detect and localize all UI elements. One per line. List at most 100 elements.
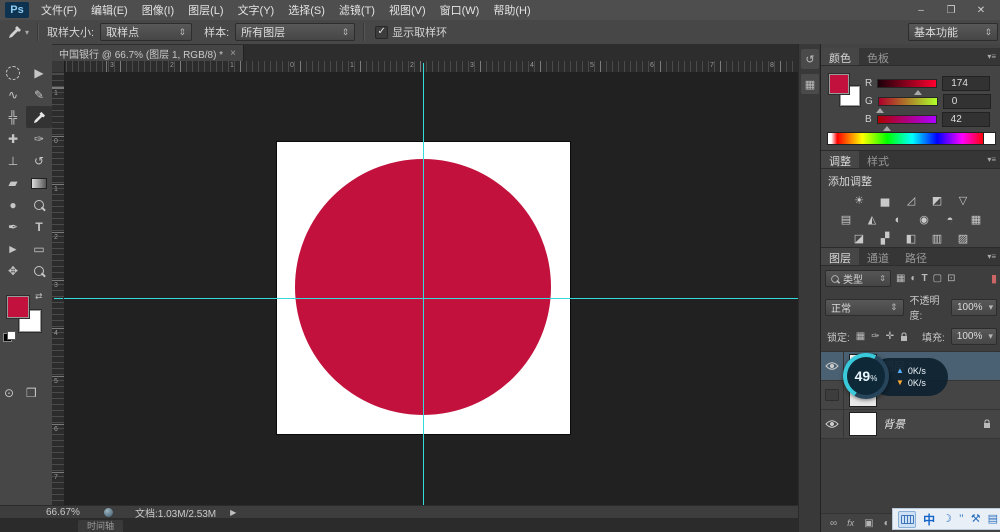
fill-dropdown[interactable]: 100%▾ [951, 328, 997, 345]
menu-layer[interactable]: 图层(L) [188, 2, 223, 18]
lock-move-icon[interactable]: ✛ [886, 331, 894, 342]
workspace-dropdown[interactable]: 基本功能⇕ [908, 23, 998, 41]
sample-size-dropdown[interactable]: 取样点⇕ [100, 23, 192, 41]
color-lookup-icon[interactable]: ▦ [968, 214, 984, 227]
swap-colors-icon[interactable]: ⇄ [35, 291, 43, 302]
lock-paint-icon[interactable]: ✑ [871, 331, 879, 342]
spectrum-white-chip[interactable] [983, 132, 996, 145]
wrench-icon[interactable]: ⚒ [971, 509, 981, 529]
spot-healing-brush-tool[interactable]: ✚ [0, 128, 26, 150]
filter-smart-object-icon[interactable]: ⊡ [947, 273, 955, 284]
menu-view[interactable]: 视图(V) [389, 2, 426, 18]
punctuation-icon[interactable]: ’’ [959, 509, 964, 529]
elliptical-marquee-tool[interactable] [0, 62, 26, 84]
ime-mode-toggle[interactable]: 中 [923, 511, 935, 528]
hand-tool[interactable]: ✥ [0, 260, 26, 282]
tab-styles[interactable]: 样式 [859, 151, 897, 168]
status-flyout-arrow-icon[interactable]: ▶ [230, 508, 236, 517]
filter-shape-icon[interactable]: ▢ [933, 273, 942, 284]
horizontal-guide[interactable] [64, 298, 798, 299]
eyedropper-tool[interactable] [26, 106, 52, 128]
ime-extra-icon[interactable]: ▤ [988, 509, 998, 529]
menu-file[interactable]: 文件(F) [41, 2, 77, 18]
blend-mode-dropdown[interactable]: 正常⇕ [825, 299, 904, 316]
zoom-level-field[interactable]: 66.67% [46, 507, 92, 518]
tab-close-icon[interactable]: × [230, 48, 236, 59]
filter-adjustment-icon[interactable]: ◐ [910, 273, 916, 284]
foreground-color-swatch[interactable] [7, 296, 29, 318]
filter-pixel-icon[interactable]: ▦ [896, 273, 905, 284]
tab-swatches[interactable]: 色板 [859, 48, 897, 65]
move-tool[interactable]: ▶ [26, 62, 52, 84]
brightness-contrast-icon[interactable]: ☀ [851, 195, 867, 208]
rectangle-tool[interactable]: ▭ [26, 238, 52, 260]
hue-saturation-icon[interactable]: ▤ [838, 214, 854, 227]
pen-tool[interactable]: ✒ [0, 216, 26, 238]
restore-button[interactable]: ❐ [944, 5, 958, 16]
quick-mask-button[interactable]: ⊙ [4, 382, 14, 404]
vertical-guide[interactable] [423, 72, 424, 505]
history-panel-button[interactable]: ↺ [801, 49, 819, 69]
document-tab[interactable]: 中国银行 @ 66.7% (图层 1, RGB/8) * × [52, 45, 244, 61]
color-spectrum-ramp[interactable] [827, 132, 985, 145]
properties-panel-button[interactable]: ▦ [801, 74, 819, 94]
new-adjustment-icon[interactable]: ◐ [884, 518, 890, 529]
filter-type-icon[interactable]: T [922, 273, 928, 284]
gradient-tool[interactable] [26, 172, 52, 194]
blur-tool[interactable]: ● [0, 194, 26, 216]
clone-stamp-tool[interactable]: ⊥ [0, 150, 26, 172]
selective-color-icon[interactable]: ▨ [955, 233, 971, 246]
levels-icon[interactable]: ▅ [877, 195, 893, 208]
tab-adjustments[interactable]: 调整 [821, 151, 859, 168]
visibility-cell[interactable] [821, 410, 844, 438]
panel-menu-icon[interactable]: ▾≡ [987, 48, 1000, 65]
filter-toggle-switch[interactable]: ▮ [991, 272, 997, 285]
menu-filter[interactable]: 滤镜(T) [339, 2, 375, 18]
tab-paths[interactable]: 路径 [897, 248, 935, 265]
opacity-dropdown[interactable]: 100%▾ [951, 299, 997, 316]
link-layers-icon[interactable]: ∞ [830, 518, 837, 529]
menu-type[interactable]: 文字(Y) [238, 2, 275, 18]
net-speed-ball[interactable]: 49% [843, 353, 889, 399]
lasso-tool[interactable]: ∿ [0, 84, 26, 106]
blue-value-field[interactable]: 42 [942, 112, 990, 127]
zoom-tool[interactable] [26, 260, 52, 282]
tab-color[interactable]: 颜色 [821, 48, 859, 65]
visibility-cell[interactable] [821, 381, 844, 409]
layer-filter-dropdown[interactable]: 类型 ⇕ [825, 270, 891, 287]
brush-tool[interactable]: ✑ [26, 128, 52, 150]
red-slider[interactable] [877, 79, 937, 88]
blue-slider[interactable] [877, 115, 937, 124]
menu-window[interactable]: 窗口(W) [440, 2, 480, 18]
layer-effects-icon[interactable]: fx [847, 518, 854, 528]
soft-keyboard-button[interactable] [898, 511, 916, 528]
canvas-pasteboard[interactable] [64, 72, 798, 505]
close-button[interactable]: ✕ [974, 5, 988, 16]
invert-icon[interactable]: ◪ [851, 233, 867, 246]
layer-name[interactable]: 背景 [883, 416, 905, 432]
green-slider[interactable] [878, 97, 938, 106]
slider-thumb[interactable] [883, 122, 891, 131]
fullwidth-moon-icon[interactable]: ☽ [942, 509, 952, 529]
tab-channels[interactable]: 通道 [859, 248, 897, 265]
posterize-icon[interactable]: ▞ [877, 233, 893, 246]
curves-icon[interactable]: ◿ [903, 195, 919, 208]
exposure-icon[interactable]: ◩ [929, 195, 945, 208]
visibility-cell[interactable] [821, 352, 844, 380]
vibrance-icon[interactable]: ▽ [955, 195, 971, 208]
minimize-button[interactable]: – [914, 5, 928, 16]
red-value-field[interactable]: 174 [942, 76, 990, 91]
panel-foreground-swatch[interactable] [829, 74, 849, 94]
layer-thumbnail[interactable] [850, 413, 876, 435]
quick-selection-tool[interactable]: ✎ [26, 84, 52, 106]
eraser-tool[interactable]: ▰ [0, 172, 26, 194]
photo-filter-icon[interactable]: ◉ [916, 214, 932, 227]
path-selection-tool[interactable]: ► [0, 238, 26, 260]
menu-select[interactable]: 选择(S) [288, 2, 325, 18]
menu-image[interactable]: 图像(I) [142, 2, 174, 18]
crop-tool[interactable]: ╬ [0, 106, 26, 128]
channel-mixer-icon[interactable]: ◓ [942, 214, 958, 227]
tab-layers[interactable]: 图层 [821, 248, 859, 265]
menu-help[interactable]: 帮助(H) [493, 2, 530, 18]
green-value-field[interactable]: 0 [943, 94, 991, 109]
